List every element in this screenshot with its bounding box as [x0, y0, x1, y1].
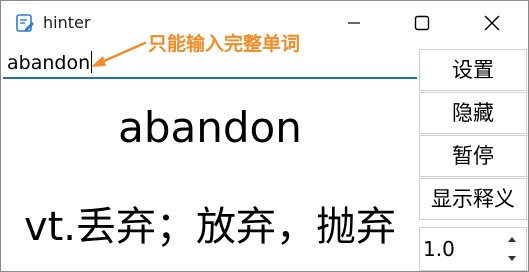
- close-icon: [484, 15, 500, 31]
- notepad-icon: [16, 14, 34, 32]
- word-input-text: abandon: [7, 51, 93, 75]
- spin-arrows: [502, 230, 522, 268]
- show-meaning-button[interactable]: 显示释义: [419, 178, 527, 220]
- chevron-down-icon: [508, 256, 516, 261]
- speed-spinbox[interactable]: 1.0: [419, 227, 527, 271]
- settings-button[interactable]: 设置: [419, 49, 527, 91]
- minimize-icon: [348, 22, 360, 24]
- hide-button[interactable]: 隐藏: [419, 92, 527, 134]
- app-window: hinter abandon 只能输入完整单词 abandon vt.丢弃；放弃…: [0, 0, 529, 272]
- spin-up-button[interactable]: [502, 230, 522, 249]
- annotation-arrow-icon: [91, 41, 147, 67]
- close-button[interactable]: [469, 1, 515, 45]
- word-meaning: vt.丢弃；放弃，抛弃: [23, 204, 397, 250]
- maximize-button[interactable]: [399, 1, 445, 45]
- minimize-button[interactable]: [331, 1, 377, 45]
- pause-button[interactable]: 暂停: [419, 135, 527, 177]
- maximize-icon: [414, 15, 430, 31]
- annotation-label: 只能输入完整单词: [148, 33, 301, 55]
- current-word: abandon: [118, 103, 302, 152]
- speed-value[interactable]: 1.0: [423, 237, 455, 261]
- spin-down-button[interactable]: [502, 249, 522, 268]
- word-input-value: abandon: [7, 52, 91, 74]
- chevron-up-icon: [508, 237, 516, 242]
- window-title: hinter: [43, 13, 91, 32]
